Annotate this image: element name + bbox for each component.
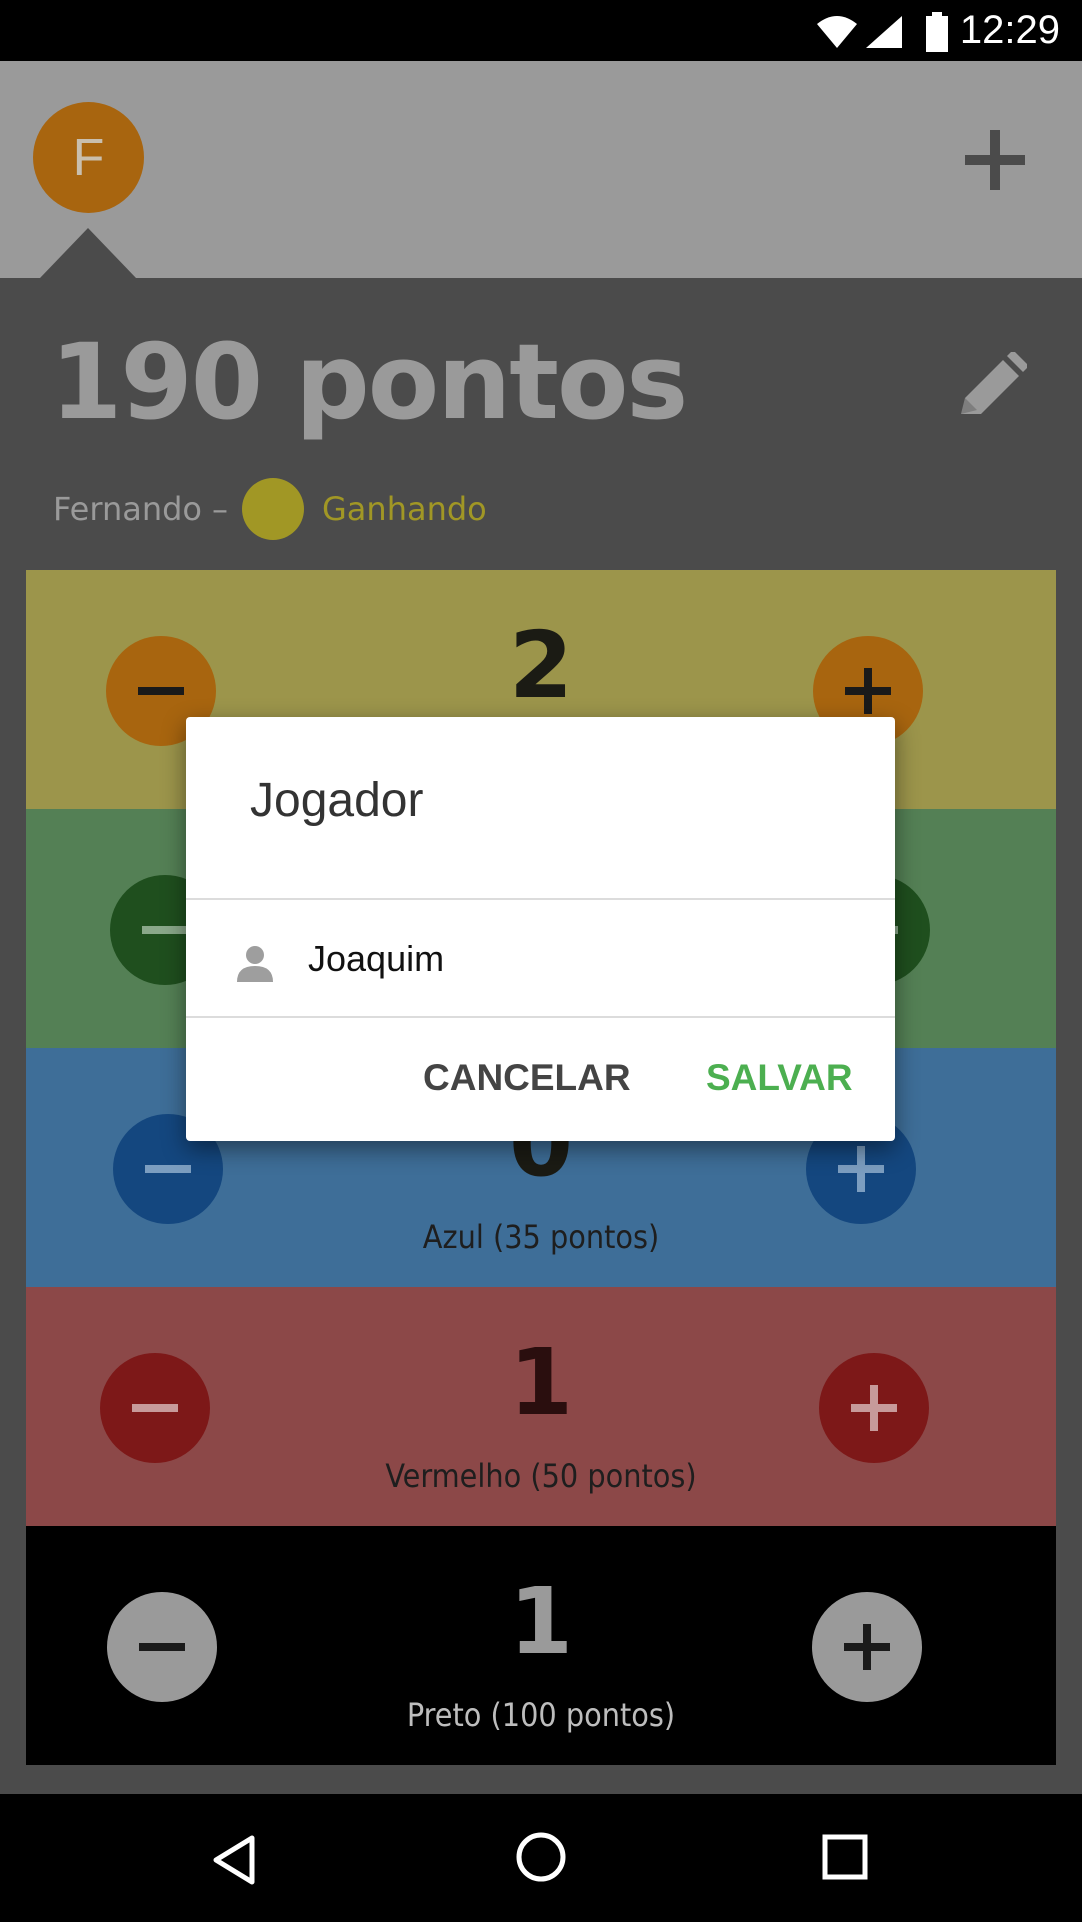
row-label: Vermelho (50 pontos) [385,1457,697,1495]
plus-icon [838,1146,884,1192]
avatar-pointer [40,228,136,278]
dialog-title: Jogador [250,774,424,827]
person-icon [237,946,273,982]
battery-icon [926,12,948,52]
row-label: Preto (100 pontos) [406,1696,676,1734]
plus-icon [851,1385,897,1431]
row-label: Azul (35 pontos) [422,1218,660,1256]
minus-button[interactable] [100,1353,210,1463]
navigation-bar [0,1794,1082,1922]
minus-icon [132,1385,178,1431]
status-dot [242,478,304,540]
cancel-button[interactable]: CANCELAR [423,1057,631,1099]
player-dialog: Jogador CANCELAR SALVAR [186,717,895,1141]
status-text: Ganhando [322,490,487,528]
plus-icon [844,1624,890,1670]
plus-button[interactable] [819,1353,929,1463]
wifi-icon [817,16,857,48]
minus-icon [139,1624,185,1670]
player-avatar[interactable]: F [33,102,144,213]
status-bar: 12:29 [0,0,1082,61]
minus-icon [145,1146,191,1192]
score-title: 190 pontos [50,321,688,443]
color-row: 1 Vermelho (50 pontos) [26,1287,1056,1526]
player-status-line: Fernando – Ganhando [53,478,487,540]
player-name: Fernando [53,490,202,528]
plus-icon [845,668,891,714]
plus-button[interactable] [812,1592,922,1702]
signal-icon [866,16,902,48]
player-bar: F [0,61,1082,278]
plus-icon[interactable] [960,125,1030,195]
separator: – [212,490,228,528]
minus-icon [138,668,184,714]
back-icon[interactable] [210,1834,258,1886]
recents-icon[interactable] [822,1834,868,1880]
home-icon[interactable] [514,1830,568,1884]
color-row: 1 Preto (100 pontos) [26,1526,1056,1765]
player-name-input[interactable] [306,928,870,990]
minus-icon [142,907,188,953]
clock: 12:29 [959,8,1060,52]
save-button[interactable]: SALVAR [706,1057,853,1099]
player-name-field [186,898,895,1018]
minus-button[interactable] [107,1592,217,1702]
pencil-icon[interactable] [955,352,1027,424]
